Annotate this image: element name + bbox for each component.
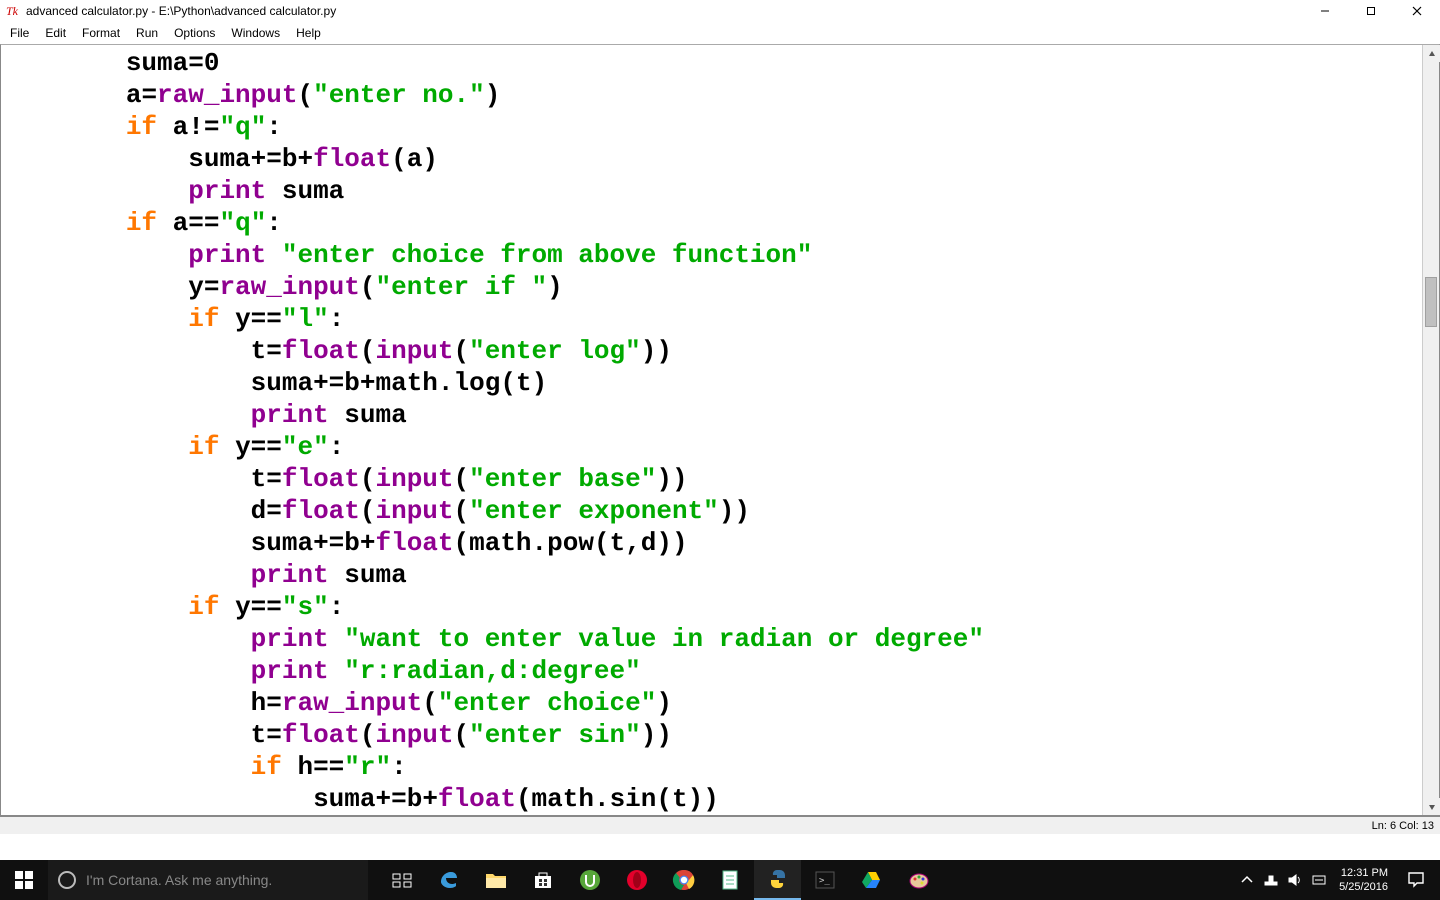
cursor-position: Ln: 6 Col: 13: [1372, 820, 1434, 832]
window-titlebar: Tk advanced calculator.py - E:\Python\ad…: [0, 0, 1440, 22]
window-controls: [1302, 0, 1440, 22]
taskbar-apps: >_: [378, 860, 942, 900]
scroll-up-arrow-icon[interactable]: [1423, 45, 1440, 62]
menu-run[interactable]: Run: [128, 24, 166, 42]
tray-chevron-up-icon[interactable]: [1235, 860, 1259, 900]
task-view-icon[interactable]: [378, 860, 425, 900]
menu-options[interactable]: Options: [166, 24, 223, 42]
menu-file[interactable]: File: [2, 24, 37, 42]
notepadpp-icon[interactable]: [707, 860, 754, 900]
file-explorer-icon[interactable]: [472, 860, 519, 900]
tray-input-icon[interactable]: [1307, 860, 1331, 900]
scroll-thumb[interactable]: [1425, 277, 1437, 327]
idle-icon[interactable]: [754, 860, 801, 900]
vertical-scrollbar[interactable]: [1422, 45, 1439, 815]
minimize-button[interactable]: [1302, 0, 1348, 22]
window-title: advanced calculator.py - E:\Python\advan…: [26, 4, 336, 18]
drive-icon[interactable]: [848, 860, 895, 900]
opera-icon[interactable]: [613, 860, 660, 900]
menu-help[interactable]: Help: [288, 24, 329, 42]
system-tray: 12:31 PM 5/25/2016: [1235, 860, 1440, 900]
cortana-icon: [58, 871, 76, 889]
action-center-icon[interactable]: [1396, 860, 1436, 900]
cortana-search[interactable]: I'm Cortana. Ask me anything.: [48, 860, 368, 900]
tray-network-icon[interactable]: [1259, 860, 1283, 900]
app-tk-icon: Tk: [6, 3, 22, 19]
maximize-button[interactable]: [1348, 0, 1394, 22]
clock-date: 5/25/2016: [1339, 880, 1388, 894]
menu-bar: File Edit Format Run Options Windows Hel…: [0, 22, 1440, 44]
scroll-down-arrow-icon[interactable]: [1423, 798, 1440, 815]
menu-edit[interactable]: Edit: [37, 24, 74, 42]
code-content[interactable]: suma=0 a=raw_input("enter no.") if a!="q…: [1, 45, 1422, 815]
menu-format[interactable]: Format: [74, 24, 128, 42]
clock-time: 12:31 PM: [1339, 866, 1388, 880]
start-button[interactable]: [0, 860, 48, 900]
tray-volume-icon[interactable]: [1283, 860, 1307, 900]
cmd-icon[interactable]: >_: [801, 860, 848, 900]
edge-icon[interactable]: [425, 860, 472, 900]
windows-taskbar: I'm Cortana. Ask me anything. >_ 12:31 P…: [0, 860, 1440, 900]
utorrent-icon[interactable]: [566, 860, 613, 900]
cortana-placeholder: I'm Cortana. Ask me anything.: [86, 872, 272, 888]
svg-text:Tk: Tk: [6, 4, 19, 18]
status-bar: Ln: 6 Col: 13: [0, 816, 1440, 834]
paint-icon[interactable]: [895, 860, 942, 900]
editor-frame: suma=0 a=raw_input("enter no.") if a!="q…: [0, 44, 1440, 816]
svg-text:>_: >_: [819, 876, 830, 886]
scroll-track[interactable]: [1423, 62, 1439, 798]
menu-windows[interactable]: Windows: [223, 24, 288, 42]
code-editor[interactable]: suma=0 a=raw_input("enter no.") if a!="q…: [1, 45, 1422, 815]
taskbar-clock[interactable]: 12:31 PM 5/25/2016: [1331, 866, 1396, 894]
chrome-icon[interactable]: [660, 860, 707, 900]
store-icon[interactable]: [519, 860, 566, 900]
close-button[interactable]: [1394, 0, 1440, 22]
